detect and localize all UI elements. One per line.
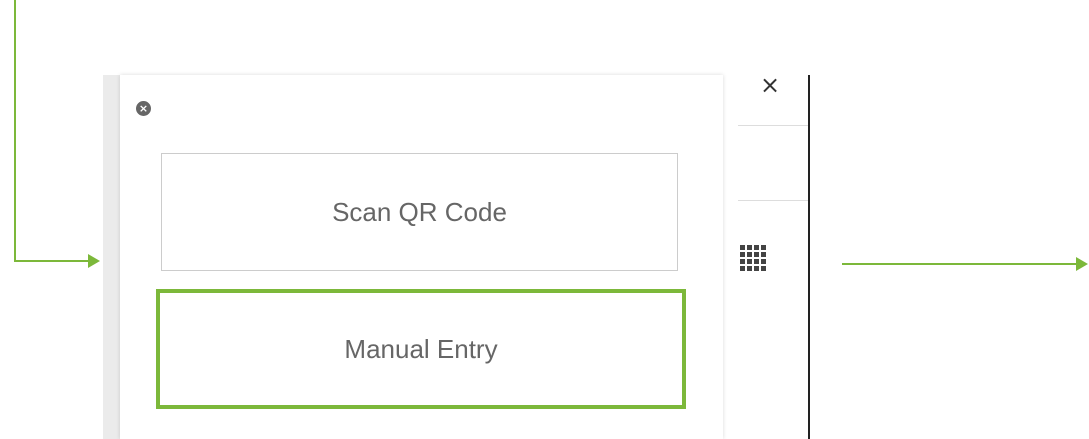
annotation-arrow-left-head [88,254,100,268]
grid-icon[interactable] [740,245,766,271]
annotation-arrow-right-horizontal [842,263,1078,265]
grid-dot [747,266,752,271]
grid-dot [747,259,752,264]
grid-dot [754,266,759,271]
grid-dot [761,259,766,264]
grid-dot [754,252,759,257]
close-icon[interactable]: × [760,70,780,100]
background-side-panel [723,75,810,439]
annotation-arrow-right-head [1076,257,1088,271]
grid-dot [740,245,745,250]
grid-dot [761,252,766,257]
grid-dot [754,259,759,264]
annotation-arrow-left-vertical [14,0,16,262]
side-panel-divider [738,125,808,126]
grid-dot [761,245,766,250]
grid-dot [754,245,759,250]
manual-entry-button[interactable]: Manual Entry [156,289,686,409]
annotation-arrow-left-horizontal [14,260,90,262]
close-circle-icon[interactable]: × [136,101,151,116]
grid-dot [761,266,766,271]
grid-dot [740,266,745,271]
scan-qr-code-button[interactable]: Scan QR Code [161,153,678,271]
grid-dot [747,252,752,257]
entry-method-dialog: × Scan QR Code Manual Entry [120,75,723,439]
grid-dot [740,252,745,257]
grid-dot [747,245,752,250]
grid-dot [740,259,745,264]
side-panel-divider [738,200,808,201]
